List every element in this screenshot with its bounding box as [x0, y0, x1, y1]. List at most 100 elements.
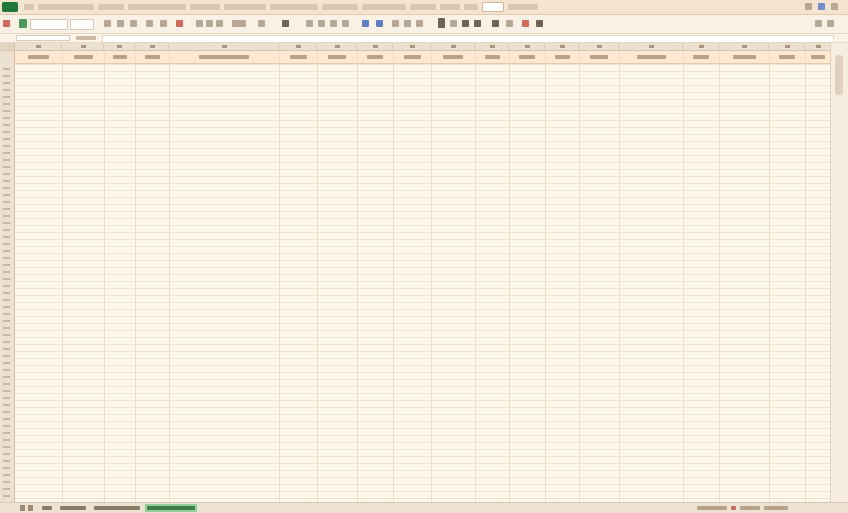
scrollbar-thumb[interactable]	[835, 55, 843, 95]
picture-icon[interactable]	[522, 20, 529, 27]
header-cell[interactable]	[62, 51, 104, 63]
column-header[interactable]	[579, 43, 619, 50]
row-number[interactable]	[3, 481, 10, 483]
row-number[interactable]	[3, 89, 10, 91]
header-cell[interactable]	[579, 51, 619, 63]
sheet-tab[interactable]	[40, 504, 54, 512]
row-number[interactable]	[3, 187, 10, 189]
delete-icon[interactable]	[404, 20, 411, 27]
row-number[interactable]	[3, 103, 10, 105]
row-number[interactable]	[3, 292, 10, 294]
row-number[interactable]	[3, 327, 10, 329]
row-number[interactable]	[3, 467, 10, 469]
row-number[interactable]	[3, 201, 10, 203]
row-number[interactable]	[3, 173, 10, 175]
row-number[interactable]	[3, 355, 10, 357]
header-cell[interactable]	[431, 51, 475, 63]
row-number[interactable]	[3, 229, 10, 231]
row-number[interactable]	[3, 68, 10, 70]
row-number[interactable]	[3, 348, 10, 350]
column-header[interactable]	[545, 43, 579, 50]
row-number[interactable]	[3, 131, 10, 133]
column-header[interactable]	[279, 43, 317, 50]
column-header[interactable]	[317, 43, 357, 50]
row-number[interactable]	[3, 313, 10, 315]
row-number[interactable]	[3, 257, 10, 259]
comma-icon[interactable]	[318, 20, 325, 27]
spreadsheet-grid[interactable]	[15, 51, 831, 502]
row-number[interactable]	[3, 425, 10, 427]
header-cell[interactable]	[683, 51, 719, 63]
view-mode-icon[interactable]	[740, 506, 760, 510]
sheet-tab[interactable]	[145, 504, 197, 512]
number-format-icon[interactable]	[282, 20, 289, 27]
font-size-select[interactable]	[70, 19, 94, 30]
row-number[interactable]	[3, 495, 10, 497]
header-cell[interactable]	[317, 51, 357, 63]
column-header[interactable]	[104, 43, 135, 50]
column-header[interactable]	[357, 43, 393, 50]
row-number[interactable]	[3, 194, 10, 196]
formula-input[interactable]	[102, 35, 834, 43]
row-number[interactable]	[3, 299, 10, 301]
menu-tab[interactable]	[464, 4, 478, 10]
fill-color-icon[interactable]	[160, 20, 167, 27]
row-number[interactable]	[3, 166, 10, 168]
row-number[interactable]	[3, 285, 10, 287]
row-number[interactable]	[3, 243, 10, 245]
column-header[interactable]	[431, 43, 475, 50]
row-number[interactable]	[3, 236, 10, 238]
select-all-corner[interactable]	[0, 43, 15, 50]
row-number[interactable]	[3, 208, 10, 210]
row-number[interactable]	[3, 411, 10, 413]
menu-tab[interactable]	[322, 4, 358, 10]
row-number[interactable]	[3, 278, 10, 280]
row-number[interactable]	[3, 82, 10, 84]
header-cell[interactable]	[545, 51, 579, 63]
header-cell[interactable]	[509, 51, 545, 63]
close-icon[interactable]	[831, 3, 838, 10]
row-number[interactable]	[3, 138, 10, 140]
row-number[interactable]	[3, 271, 10, 273]
menu-tab[interactable]	[128, 4, 186, 10]
sheet-tab[interactable]	[58, 504, 88, 512]
sum-icon[interactable]	[438, 18, 445, 28]
filter-icon[interactable]	[474, 20, 481, 27]
italic-icon[interactable]	[117, 20, 124, 27]
name-box[interactable]	[16, 35, 70, 41]
underline-icon[interactable]	[130, 20, 137, 27]
row-number[interactable]	[3, 117, 10, 119]
menu-tab[interactable]	[440, 4, 460, 10]
undo-icon[interactable]	[3, 20, 10, 27]
table-style-icon[interactable]	[376, 20, 383, 27]
percent-icon[interactable]	[306, 20, 313, 27]
function-icon[interactable]	[76, 36, 96, 40]
row-number[interactable]	[3, 124, 10, 126]
header-cell[interactable]	[169, 51, 279, 63]
row-number[interactable]	[3, 159, 10, 161]
zoom-slider[interactable]	[764, 506, 788, 510]
row-number[interactable]	[3, 250, 10, 252]
insert-icon[interactable]	[392, 20, 399, 27]
share-icon[interactable]	[815, 20, 822, 27]
next-sheet-icon[interactable]	[28, 505, 33, 511]
header-cell[interactable]	[104, 51, 135, 63]
format-icon[interactable]	[416, 20, 423, 27]
column-header[interactable]	[805, 43, 831, 50]
row-number[interactable]	[3, 460, 10, 462]
freeze-icon[interactable]	[506, 20, 513, 27]
sheet-tab[interactable]	[92, 504, 142, 512]
paste-icon[interactable]	[19, 19, 27, 28]
font-color-icon[interactable]	[176, 20, 183, 27]
minimize-icon[interactable]	[805, 3, 812, 10]
row-number[interactable]	[3, 383, 10, 385]
app-logo-icon[interactable]	[2, 2, 18, 12]
row-number[interactable]	[3, 397, 10, 399]
prev-sheet-icon[interactable]	[20, 505, 25, 511]
row-number[interactable]	[3, 488, 10, 490]
header-cell[interactable]	[357, 51, 393, 63]
menu-tab[interactable]	[224, 4, 266, 10]
settings-icon[interactable]	[827, 20, 834, 27]
header-cell[interactable]	[619, 51, 683, 63]
header-cell[interactable]	[15, 51, 62, 63]
